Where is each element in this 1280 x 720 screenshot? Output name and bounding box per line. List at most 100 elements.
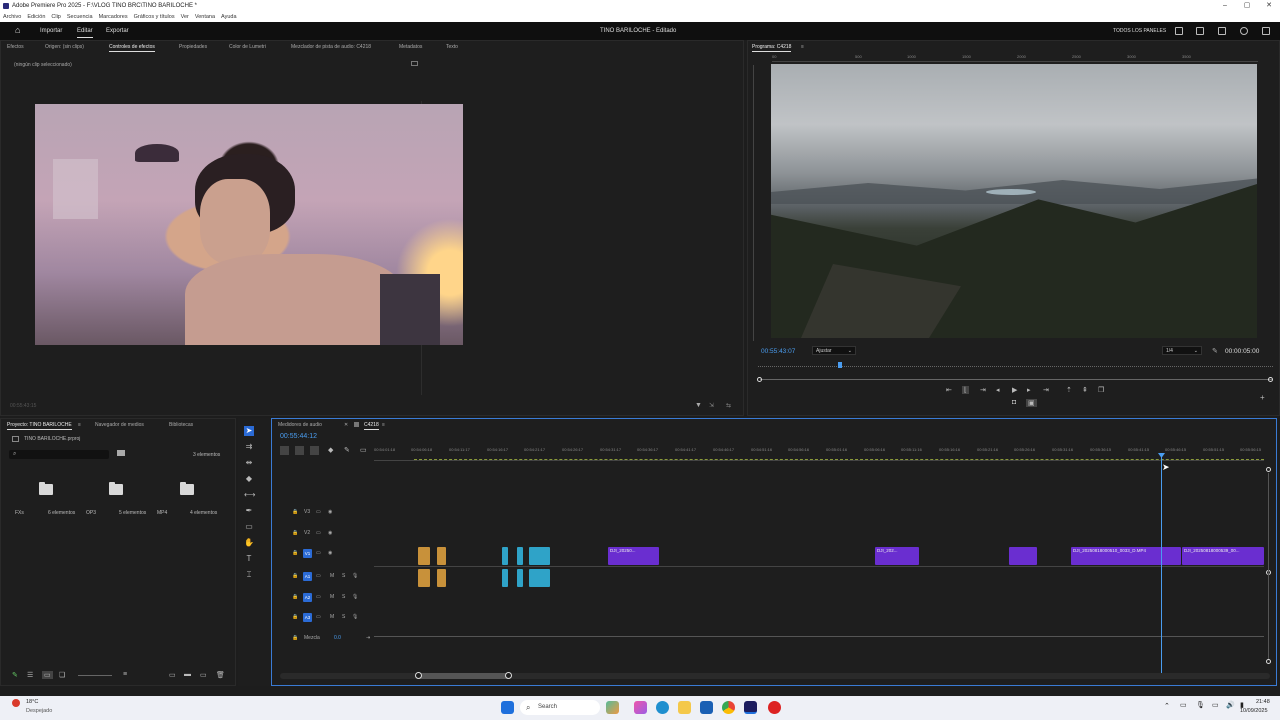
mute-icon[interactable]: M	[330, 614, 334, 620]
wrench-icon[interactable]: ✎	[1212, 347, 1218, 355]
trash-icon[interactable]: 🗑	[216, 671, 225, 679]
linked-selection-icon[interactable]	[295, 446, 304, 455]
minimize-icon[interactable]: –	[1214, 0, 1236, 12]
folder-name[interactable]: MP4	[157, 510, 167, 516]
tab-exportar[interactable]: Exportar	[106, 22, 129, 40]
lock-icon[interactable]: 🔒	[292, 550, 298, 556]
pen-tool-icon[interactable]: ✒	[244, 506, 254, 516]
menu-graficos[interactable]: Gráficos y títulos	[134, 12, 175, 22]
overlay-toggle-icon[interactable]: ▣	[1026, 399, 1037, 407]
solo-icon[interactable]: S	[342, 573, 345, 579]
premiere-pro-icon[interactable]	[744, 701, 757, 714]
mute-icon[interactable]: M	[330, 594, 334, 600]
vscroll-handle[interactable]	[1266, 467, 1271, 472]
selection-tool-icon[interactable]: ➤	[244, 426, 254, 436]
extract-icon[interactable]: ⇞	[1082, 386, 1088, 394]
marker-icon[interactable]: ◆	[328, 446, 333, 454]
tab-color-lumetri[interactable]: Color de Lumetri	[229, 41, 266, 53]
share-icon[interactable]	[1196, 27, 1204, 35]
maximize-icon[interactable]: ▢	[1236, 0, 1258, 12]
type-tool-icon[interactable]: T	[244, 554, 254, 564]
lock-icon[interactable]: 🔒	[292, 614, 298, 620]
toggle-icon[interactable]: ⇆	[726, 402, 731, 409]
menu-ventana[interactable]: Ventana	[195, 12, 215, 22]
volume-icon[interactable]: 🔊	[1226, 701, 1235, 709]
all-panels-button[interactable]: TODOS LOS PANELES	[1113, 22, 1166, 40]
pencil-icon[interactable]: ✎	[12, 671, 18, 679]
audio-clip[interactable]	[517, 569, 523, 587]
audio-clip[interactable]	[502, 569, 508, 587]
menu-clip[interactable]: Clip	[51, 12, 60, 22]
file-explorer-icon[interactable]	[678, 701, 691, 714]
scroll-handle-left[interactable]	[757, 377, 762, 382]
track-name[interactable]: A2	[303, 593, 312, 602]
tray-app-icon[interactable]: ▭	[1180, 701, 1187, 709]
export-frame-icon[interactable]: ⇲	[709, 402, 714, 409]
panel-menu-icon[interactable]: ≡	[801, 41, 804, 53]
weather-icon[interactable]	[12, 699, 20, 707]
captions-icon[interactable]: ▭	[360, 446, 367, 454]
close-icon[interactable]: ✕	[1258, 0, 1280, 12]
track-name[interactable]: A1	[303, 572, 312, 581]
tab-metadatos[interactable]: Metadatos	[399, 41, 422, 53]
panel-menu-icon[interactable]: ≡	[78, 419, 81, 431]
solo-icon[interactable]: S	[342, 614, 345, 620]
mark-out-icon[interactable]: ⌊	[962, 386, 969, 394]
video-clip[interactable]: DJI_20250818000539_00...	[1182, 547, 1264, 565]
scroll-handle-left[interactable]	[415, 672, 422, 679]
vertical-scrollbar[interactable]	[1268, 473, 1269, 659]
sync-icon[interactable]: ▭	[316, 550, 321, 556]
add-button-icon[interactable]: +	[1260, 393, 1265, 402]
lock-icon[interactable]: 🔒	[292, 594, 298, 600]
timeline-timecode[interactable]: 00:55:44:12	[280, 433, 317, 440]
ripple-edit-tool-icon[interactable]: ⇹	[244, 458, 254, 468]
tab-mezclador[interactable]: Mezclador de pista de audio: C4218	[291, 41, 371, 53]
menu-edicion[interactable]: Edición	[27, 12, 45, 22]
audio-clip[interactable]	[418, 569, 430, 587]
folder-icon[interactable]	[109, 482, 123, 495]
new-folder-icon[interactable]: ▬	[184, 671, 191, 678]
step-forward-icon[interactable]: ▸	[1027, 386, 1031, 394]
close-icon[interactable]: ✕	[344, 419, 348, 431]
automate-icon[interactable]: ▭	[169, 671, 176, 679]
settings-wrench-icon[interactable]: ✎	[344, 446, 350, 454]
windows-start-icon[interactable]	[501, 701, 514, 714]
network-icon[interactable]: ▭	[1212, 701, 1219, 709]
mark-in-icon[interactable]: ⇤	[946, 386, 952, 394]
rectangle-tool-icon[interactable]: ▭	[244, 522, 254, 532]
tab-propiedades[interactable]: Propiedades	[179, 41, 207, 53]
video-clip[interactable]: DJI_20250818000510_0033_D.MP4	[1071, 547, 1181, 565]
home-icon[interactable]: ⌂	[15, 26, 25, 35]
video-clip[interactable]: DJI_20250...	[608, 547, 659, 565]
tab-programa[interactable]: Programa: C4218	[752, 41, 792, 53]
chrome-icon[interactable]	[722, 701, 735, 714]
program-timecode[interactable]: 00:55:43:07	[761, 348, 795, 355]
store-icon[interactable]	[700, 701, 713, 714]
folder-name[interactable]: FXs	[15, 510, 24, 516]
go-to-out-icon[interactable]: ⇥	[1043, 386, 1049, 394]
tab-proyecto[interactable]: Proyecto: TINO BARILOCHE	[7, 419, 72, 431]
timeline-ruler[interactable]: 00:54:01:18 00:54:06:18 00:54:11:17 00:5…	[374, 447, 1264, 461]
video-clip[interactable]	[502, 547, 508, 565]
slip-tool-icon[interactable]: ⟷	[244, 490, 255, 500]
panel-expand-icon[interactable]	[411, 61, 418, 66]
vscroll-handle[interactable]	[1266, 659, 1271, 664]
clock-time[interactable]: 21:48	[1256, 699, 1270, 705]
video-clip[interactable]	[418, 547, 430, 565]
scroll-thumb[interactable]	[418, 673, 510, 679]
audio-clip[interactable]	[529, 569, 550, 587]
zoom-slider[interactable]	[78, 675, 112, 676]
sort-icon[interactable]: ≡	[123, 671, 127, 678]
audio-clip[interactable]	[437, 569, 446, 587]
mic-tray-icon[interactable]: 🎙	[1196, 701, 1205, 709]
lock-icon[interactable]: 🔒	[292, 530, 298, 536]
step-back-icon[interactable]: ◂	[996, 386, 1000, 394]
project-search-input[interactable]: ⌕	[9, 450, 109, 459]
mic-icon[interactable]: 🎙	[352, 594, 358, 600]
tab-bibliotecas[interactable]: Bibliotecas	[169, 419, 193, 431]
sync-icon[interactable]: ▭	[316, 530, 321, 536]
lock-icon[interactable]: 🔒	[292, 573, 298, 579]
video-clip[interactable]	[437, 547, 446, 565]
menu-archivo[interactable]: Archivo	[3, 12, 21, 22]
video-clip[interactable]: DJI_202...	[875, 547, 919, 565]
